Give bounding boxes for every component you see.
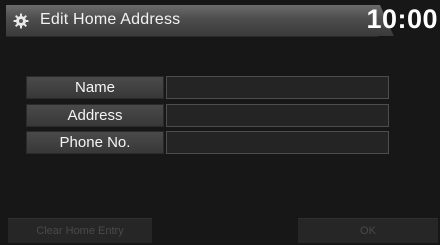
page-title: Edit Home Address (40, 11, 181, 28)
phone-value (167, 134, 173, 150)
screen: Edit Home Address 10:00 Name Address Pho… (0, 0, 440, 245)
name-row[interactable]: Name (26, 76, 389, 99)
name-value (167, 79, 173, 95)
address-value (167, 107, 173, 123)
address-label[interactable]: Address (26, 104, 164, 127)
phone-row[interactable]: Phone No. (26, 131, 389, 154)
gear-icon (13, 13, 29, 29)
phone-label[interactable]: Phone No. (26, 131, 164, 154)
clock: 10:00 (366, 4, 438, 34)
address-field[interactable] (166, 104, 389, 127)
title-bar: Edit Home Address 10:00 (6, 4, 440, 37)
ok-button[interactable]: OK (298, 218, 438, 243)
address-row[interactable]: Address (26, 104, 389, 127)
name-field[interactable] (166, 76, 389, 99)
name-label[interactable]: Name (26, 76, 164, 99)
clear-home-entry-button[interactable]: Clear Home Entry (8, 218, 152, 243)
phone-field[interactable] (166, 131, 389, 154)
